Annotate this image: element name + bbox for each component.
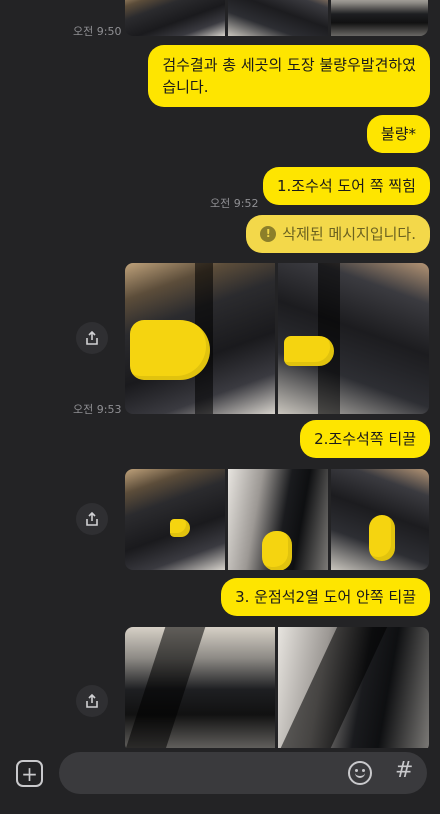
pointing-hand-sticker	[262, 531, 292, 570]
share-button[interactable]	[76, 685, 108, 717]
share-button[interactable]	[76, 503, 108, 535]
timestamp: 오전 9:52	[210, 197, 259, 210]
message-bubble[interactable]: 1.조수석 도어 쪽 찍힘	[262, 167, 430, 205]
pointing-hand-sticker	[369, 515, 395, 561]
deleted-message-bubble[interactable]: ! 삭제된 메시지입니다.	[246, 215, 430, 253]
photo[interactable]	[125, 627, 275, 748]
timestamp: 오전 9:50	[73, 25, 122, 38]
photo[interactable]	[278, 263, 429, 414]
image-group[interactable]	[125, 469, 429, 570]
chat-area[interactable]: 오전 9:50 검수결과 총 세곳의 도장 불량우발견하였 습니다. 불량* 오…	[0, 0, 440, 748]
photo[interactable]	[278, 627, 429, 748]
message-bubble[interactable]: 2.조수석쪽 티끌	[300, 420, 430, 458]
emoji-icon[interactable]	[348, 761, 372, 785]
image-group[interactable]	[125, 627, 429, 748]
photo[interactable]	[228, 469, 328, 570]
image-group[interactable]	[125, 263, 429, 414]
timestamp: 오전 9:53	[73, 403, 122, 416]
plus-icon[interactable]: +	[16, 760, 43, 787]
photo[interactable]	[228, 0, 328, 36]
message-bubble[interactable]: 검수결과 총 세곳의 도장 불량우발견하였 습니다.	[148, 45, 430, 107]
photo[interactable]	[125, 0, 225, 36]
pointing-hand-sticker	[130, 320, 210, 380]
message-bubble[interactable]: 불량*	[366, 115, 430, 153]
deleted-message-text: 삭제된 메시지입니다.	[282, 225, 416, 243]
photo[interactable]	[125, 263, 275, 414]
warning-icon: !	[260, 226, 277, 242]
photo[interactable]	[331, 469, 429, 570]
photo[interactable]	[125, 469, 225, 570]
hashtag-icon[interactable]: #	[395, 758, 413, 783]
share-icon	[86, 511, 98, 526]
image-group-top[interactable]	[125, 0, 428, 36]
share-button[interactable]	[76, 322, 108, 354]
share-icon	[86, 693, 98, 708]
message-text-line: 검수결과 총 세곳의 도장 불량우발견하였	[162, 56, 416, 74]
message-text-line: 습니다.	[162, 78, 209, 96]
share-icon	[86, 330, 98, 345]
photo[interactable]	[331, 0, 428, 36]
message-bubble[interactable]: 3. 운점석2열 도어 안쪽 티끌	[221, 578, 430, 616]
pointing-hand-sticker	[284, 336, 334, 366]
pointing-hand-sticker	[170, 519, 190, 537]
